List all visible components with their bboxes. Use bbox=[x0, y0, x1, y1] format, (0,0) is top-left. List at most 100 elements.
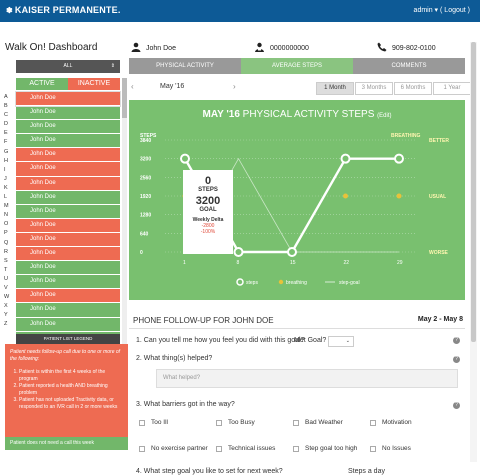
alphabet-letter[interactable]: Q bbox=[4, 239, 14, 248]
alphabet-letter[interactable]: K bbox=[4, 184, 14, 193]
scrollbar-thumb[interactable] bbox=[122, 78, 127, 118]
alphabet-letter[interactable]: P bbox=[4, 229, 14, 238]
phone-icon bbox=[377, 42, 387, 55]
alphabet-letter[interactable]: M bbox=[4, 202, 14, 211]
scrollbar-thumb[interactable] bbox=[471, 42, 476, 342]
barrier-checkbox[interactable]: Bad Weather bbox=[293, 419, 343, 426]
patient-list-item[interactable]: John Doe bbox=[16, 289, 120, 304]
barrier-checkbox[interactable]: No Issues bbox=[370, 445, 411, 452]
barrier-checkbox[interactable]: Technical issues bbox=[216, 445, 275, 452]
help-icon[interactable]: ? bbox=[453, 356, 460, 363]
patient-list-item[interactable]: John Doe bbox=[16, 247, 120, 262]
met-goal-select[interactable]: ⌄ bbox=[328, 336, 354, 347]
what-helped-input[interactable]: What helped? bbox=[156, 369, 458, 388]
next-month-button[interactable]: › bbox=[233, 82, 236, 91]
range-6-months[interactable]: 6 Months bbox=[394, 82, 432, 95]
chart-svg: STEPS064012801920256032003840BREATHINGBE… bbox=[140, 133, 449, 286]
y-tick-label: 3840 bbox=[140, 138, 151, 144]
tab-comments[interactable]: COMMENTS bbox=[353, 58, 465, 74]
tab-physical-activity[interactable]: PHYSICAL ACTIVITY bbox=[129, 58, 241, 74]
alphabet-letter[interactable]: L bbox=[4, 193, 14, 202]
y-tick-label: 2560 bbox=[140, 175, 151, 181]
alphabet-letter[interactable]: N bbox=[4, 211, 14, 220]
patient-filter-select[interactable]: ALL ⇕ bbox=[16, 60, 120, 73]
patient-list-item[interactable]: John Doe bbox=[16, 162, 120, 177]
alphabet-letter[interactable]: G bbox=[4, 148, 14, 157]
patient-list-item[interactable]: John Doe bbox=[16, 204, 120, 219]
patient-list-item[interactable]: John Doe bbox=[16, 261, 120, 276]
alphabet-letter[interactable]: X bbox=[4, 302, 14, 311]
select-arrows-icon: ⇕ bbox=[110, 63, 115, 69]
alphabet-letter[interactable]: B bbox=[4, 102, 14, 111]
patient-name: John Doe bbox=[131, 42, 176, 55]
patient-list-item[interactable]: John Doe bbox=[16, 190, 120, 205]
alphabet-letter[interactable]: V bbox=[4, 284, 14, 293]
checkbox-box[interactable] bbox=[370, 445, 376, 452]
alphabet-letter[interactable]: A bbox=[4, 93, 14, 102]
alphabet-letter[interactable]: W bbox=[4, 293, 14, 302]
steps-point bbox=[233, 247, 244, 257]
patient-list-item[interactable]: John Doe bbox=[16, 317, 120, 332]
page-title: Walk On! Dashboard bbox=[5, 42, 98, 53]
prev-month-button[interactable]: ‹ bbox=[131, 82, 134, 91]
patient-list-scrollbar[interactable] bbox=[122, 78, 127, 368]
alphabet-letter[interactable]: F bbox=[4, 138, 14, 147]
barrier-checkbox[interactable]: Motivation bbox=[370, 419, 412, 426]
range-1-month[interactable]: 1 Month bbox=[316, 82, 354, 95]
alphabet-letter[interactable]: O bbox=[4, 220, 14, 229]
patient-list-item[interactable]: John Doe bbox=[16, 148, 120, 163]
alphabet-letter[interactable]: R bbox=[4, 248, 14, 257]
checkbox-box[interactable] bbox=[370, 419, 376, 426]
chart-tooltip: 0 STEPS 3200 GOAL Weekly Delta -2800 -10… bbox=[183, 170, 233, 254]
checkbox-box[interactable] bbox=[139, 419, 145, 426]
barrier-checkbox[interactable]: No exercise partner bbox=[139, 445, 208, 452]
patient-list-item[interactable]: John Doe bbox=[16, 303, 120, 318]
person-icon bbox=[131, 42, 141, 55]
logout-link[interactable]: ( Logout ) bbox=[440, 7, 470, 14]
barrier-checkbox[interactable]: Too Ill bbox=[139, 419, 168, 426]
checkbox-box[interactable] bbox=[293, 419, 299, 426]
barrier-checkbox[interactable]: Too Busy bbox=[216, 419, 255, 426]
alphabet-letter[interactable]: U bbox=[4, 275, 14, 284]
patient-list-item[interactable]: John Doe bbox=[16, 120, 120, 135]
patient-list-item[interactable]: John Doe bbox=[16, 106, 120, 121]
legend-red-list: Patient is within the first 4 weeks of t… bbox=[10, 369, 123, 411]
alphabet-letter[interactable]: E bbox=[4, 129, 14, 138]
checkbox-box[interactable] bbox=[216, 419, 222, 426]
id-card-icon bbox=[254, 42, 265, 55]
patient-list-item[interactable]: John Doe bbox=[15, 90, 121, 108]
main-scrollbar[interactable] bbox=[470, 42, 477, 462]
checkbox-box[interactable] bbox=[216, 445, 222, 452]
main-tabs: PHYSICAL ACTIVITY AVERAGE STEPS COMMENTS bbox=[129, 58, 465, 74]
y-tick-label: 640 bbox=[140, 231, 149, 237]
range-3-months[interactable]: 3 Months bbox=[355, 82, 393, 95]
alphabet-letter[interactable]: D bbox=[4, 120, 14, 129]
alphabet-letter[interactable]: C bbox=[4, 111, 14, 120]
alphabet-letter[interactable]: H bbox=[4, 157, 14, 166]
range-1-year[interactable]: 1 Year bbox=[433, 82, 471, 95]
patient-list-item[interactable]: John Doe bbox=[16, 232, 120, 248]
alphabet-letter[interactable]: T bbox=[4, 266, 14, 275]
x-tick-label: 22 bbox=[344, 260, 350, 266]
checkbox-box[interactable] bbox=[293, 445, 299, 452]
tab-average-steps[interactable]: AVERAGE STEPS bbox=[241, 58, 353, 74]
patient-list-item[interactable]: John Doe bbox=[16, 134, 120, 149]
help-icon[interactable]: ? bbox=[453, 402, 460, 409]
steps-point bbox=[340, 153, 351, 164]
alphabet-letter[interactable]: J bbox=[4, 175, 14, 184]
alphabet-letter[interactable]: Y bbox=[4, 311, 14, 320]
toggle-active[interactable]: ACTIVE bbox=[16, 78, 68, 90]
alphabet-letter[interactable]: I bbox=[4, 166, 14, 175]
alphabet-letter[interactable]: S bbox=[4, 257, 14, 266]
checkbox-box[interactable] bbox=[139, 445, 145, 452]
barrier-checkbox[interactable]: Step goal too high bbox=[293, 445, 357, 452]
patient-list-item[interactable]: John Doe bbox=[16, 218, 120, 233]
patient-list-item[interactable]: John Doe bbox=[16, 275, 120, 290]
toggle-inactive[interactable]: INACTIVE bbox=[68, 78, 120, 90]
y-tick-label: 1280 bbox=[140, 213, 151, 219]
user-menu[interactable]: admin ▾ ( Logout ) bbox=[414, 6, 470, 14]
alphabet-letter[interactable]: Z bbox=[4, 320, 14, 329]
followup-title: PHONE FOLLOW-UP FOR JOHN DOE bbox=[133, 316, 274, 325]
help-icon[interactable]: ? bbox=[453, 337, 460, 344]
patient-list-item[interactable]: John Doe bbox=[16, 176, 120, 191]
